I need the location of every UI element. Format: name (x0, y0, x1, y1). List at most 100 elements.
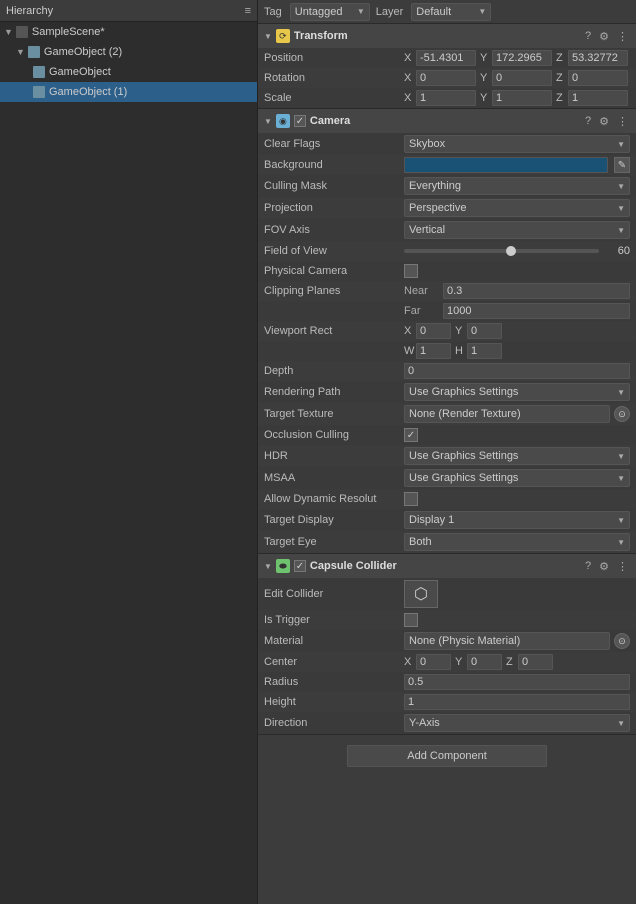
capsule-menu-icon[interactable]: ⋮ (615, 559, 630, 574)
depth-input[interactable] (404, 363, 630, 379)
material-dropdown[interactable]: None (Physic Material) (404, 632, 610, 650)
tree-label-gameobject: GameObject (49, 66, 111, 78)
msaa-dropdown[interactable]: Use Graphics Settings ▼ (404, 469, 630, 487)
target-display-dropdown[interactable]: Display 1 ▼ (404, 511, 630, 529)
tag-dropdown[interactable]: Untagged ▼ (290, 3, 370, 21)
capsule-collider-section: ▼ ⬬ Capsule Collider ? ⚙ ⋮ Edit Collider… (258, 554, 636, 735)
capsule-enabled-checkbox[interactable] (294, 560, 306, 572)
hdr-arrow-icon: ▼ (617, 452, 625, 461)
physical-camera-checkbox[interactable] (404, 264, 418, 278)
depth-row: Depth (258, 361, 636, 381)
transform-settings-icon[interactable]: ⚙ (597, 29, 611, 44)
clear-flags-row: Clear Flags Skybox ▼ (258, 133, 636, 155)
material-select-icon[interactable]: ⊙ (614, 633, 630, 649)
target-texture-select-icon[interactable]: ⊙ (614, 406, 630, 422)
projection-dropdown[interactable]: Perspective ▼ (404, 199, 630, 217)
fov-value: 60 (404, 245, 630, 257)
tree-item-gameobject[interactable]: GameObject (0, 62, 257, 82)
hdr-dropdown[interactable]: Use Graphics Settings ▼ (404, 447, 630, 465)
is-trigger-checkbox[interactable] (404, 613, 418, 627)
center-y-input[interactable] (467, 654, 502, 670)
capsule-title: Capsule Collider (310, 560, 583, 572)
position-z-label: Z (556, 52, 566, 64)
camera-help-icon[interactable]: ? (583, 114, 593, 128)
viewport-y-input[interactable] (467, 323, 502, 339)
fov-slider-thumb[interactable] (506, 246, 516, 256)
rotation-x-input[interactable] (416, 70, 476, 86)
occlusion-culling-value (404, 428, 630, 442)
camera-header[interactable]: ▼ ◉ Camera ? ⚙ ⋮ (258, 109, 636, 133)
camera-settings-icon[interactable]: ⚙ (597, 114, 611, 129)
center-label: Center (264, 656, 404, 668)
tree-item-gameobject1[interactable]: GameObject (1) (0, 82, 257, 102)
go-icon-4 (32, 85, 46, 99)
viewport-x-input[interactable] (416, 323, 451, 339)
rendering-path-dropdown[interactable]: Use Graphics Settings ▼ (404, 383, 630, 401)
occlusion-culling-label: Occlusion Culling (264, 429, 404, 441)
culling-mask-dropdown[interactable]: Everything ▼ (404, 177, 630, 195)
clear-flags-dropdown[interactable]: Skybox ▼ (404, 135, 630, 153)
background-color-field[interactable] (404, 157, 608, 173)
radius-input[interactable] (404, 674, 630, 690)
height-label: Height (264, 696, 404, 708)
radius-value (404, 674, 630, 690)
position-y-input[interactable] (492, 50, 552, 66)
position-x-input[interactable] (416, 50, 476, 66)
add-component-button[interactable]: Add Component (347, 745, 547, 767)
fov-axis-dropdown[interactable]: Vertical ▼ (404, 221, 630, 239)
target-display-arrow-icon: ▼ (617, 516, 625, 525)
capsule-collider-header[interactable]: ▼ ⬬ Capsule Collider ? ⚙ ⋮ (258, 554, 636, 578)
tree-item-gameobject2[interactable]: ▼ GameObject (2) (0, 42, 257, 62)
center-z-input[interactable] (518, 654, 553, 670)
target-texture-dropdown[interactable]: None (Render Texture) (404, 405, 610, 423)
tag-layer-row: Tag Untagged ▼ Layer Default ▼ (258, 0, 636, 24)
occlusion-culling-checkbox[interactable] (404, 428, 418, 442)
capsule-settings-icon[interactable]: ⚙ (597, 559, 611, 574)
culling-mask-arrow-icon: ▼ (617, 182, 625, 191)
rotation-z-input[interactable] (568, 70, 628, 86)
scale-y-input[interactable] (492, 90, 552, 106)
fov-slider-track[interactable] (404, 249, 599, 253)
edit-collider-button[interactable]: ⬡ (404, 580, 438, 608)
transform-menu-icon[interactable]: ⋮ (615, 29, 630, 44)
target-display-row: Target Display Display 1 ▼ (258, 509, 636, 531)
direction-dropdown[interactable]: Y-Axis ▼ (404, 714, 630, 732)
clipping-near-input[interactable] (443, 283, 630, 299)
transform-header[interactable]: ▼ ⟳ Transform ? ⚙ ⋮ (258, 24, 636, 48)
clear-flags-label: Clear Flags (264, 138, 404, 150)
rendering-path-arrow-icon: ▼ (617, 388, 625, 397)
hierarchy-menu-icon[interactable]: ≡ (245, 5, 251, 17)
allow-dynamic-value (404, 492, 630, 506)
clipping-far-input[interactable] (443, 303, 630, 319)
material-row: Material None (Physic Material) ⊙ (258, 630, 636, 652)
allow-dynamic-checkbox[interactable] (404, 492, 418, 506)
viewport-h-input[interactable] (467, 343, 502, 359)
layer-dropdown[interactable]: Default ▼ (411, 3, 491, 21)
background-label: Background (264, 159, 404, 171)
scale-x-input[interactable] (416, 90, 476, 106)
camera-enabled-checkbox[interactable] (294, 115, 306, 127)
projection-arrow-icon: ▼ (617, 204, 625, 213)
hierarchy-header: Hierarchy ≡ (0, 0, 257, 22)
viewport-w-input[interactable] (416, 343, 451, 359)
position-z-input[interactable] (568, 50, 628, 66)
rotation-y-item: Y (480, 70, 552, 86)
radius-row: Radius (258, 672, 636, 692)
transform-help-icon[interactable]: ? (583, 29, 593, 43)
tree-item-samplescene[interactable]: ▼ SampleScene* (0, 22, 257, 42)
camera-menu-icon[interactable]: ⋮ (615, 114, 630, 129)
center-x-input[interactable] (416, 654, 451, 670)
material-text: None (Physic Material) (409, 635, 520, 647)
target-eye-text: Both (409, 536, 432, 548)
target-eye-dropdown[interactable]: Both ▼ (404, 533, 630, 551)
target-eye-arrow-icon: ▼ (617, 538, 625, 547)
scale-z-input[interactable] (568, 90, 628, 106)
color-picker-icon[interactable]: ✎ (614, 157, 630, 173)
rotation-row: Rotation X Y Z (258, 68, 636, 88)
near-label: Near (404, 285, 439, 297)
culling-mask-value: Everything ▼ (404, 177, 630, 195)
rotation-y-input[interactable] (492, 70, 552, 86)
rotation-label: Rotation (264, 72, 404, 84)
height-input[interactable] (404, 694, 630, 710)
capsule-help-icon[interactable]: ? (583, 559, 593, 573)
